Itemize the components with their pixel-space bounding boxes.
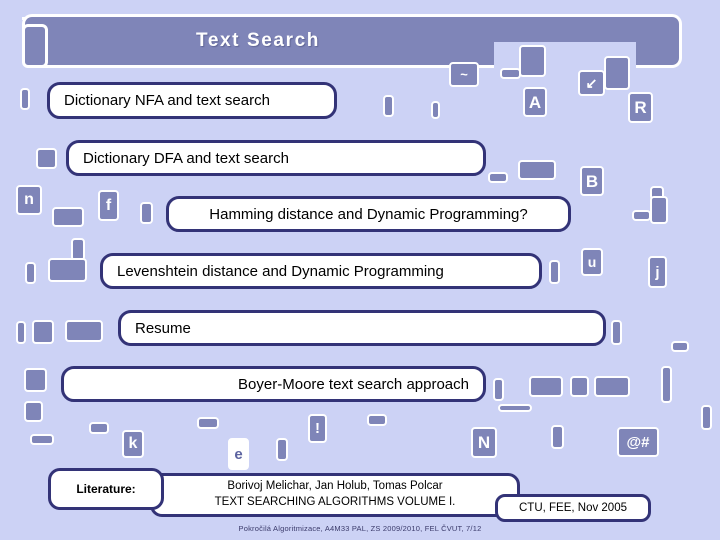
decorative-block-tile xyxy=(701,405,712,430)
bullet-label: Levenshtein distance and Dynamic Program… xyxy=(117,262,444,280)
literature-authors: Borivoj Melichar, Jan Holub, Tomas Polca… xyxy=(227,480,443,493)
decorative-letter-tile: j xyxy=(648,256,667,288)
bullet-box-dictionary-nfa[interactable]: Dictionary NFA and text search xyxy=(47,82,337,119)
decorative-letter-tile: n xyxy=(16,185,42,215)
decorative-block-tile xyxy=(32,320,54,344)
decorative-block-tile xyxy=(20,88,30,110)
literature-label: Literature: xyxy=(48,468,164,510)
decorative-block-tile xyxy=(632,210,651,221)
decorative-block-tile xyxy=(140,202,153,224)
decorative-letter-tile: f xyxy=(98,190,119,221)
bullet-label: Dictionary NFA and text search xyxy=(64,92,270,109)
decorative-block-tile xyxy=(48,258,87,282)
decorative-block-tile xyxy=(367,414,387,426)
decorative-block-tile xyxy=(488,172,508,183)
literature-reference-box: Borivoj Melichar, Jan Holub, Tomas Polca… xyxy=(150,473,520,517)
title-bar-right-segment xyxy=(636,14,682,68)
decorative-letter-tile: A xyxy=(523,87,547,117)
decorative-block-tile xyxy=(529,376,563,397)
decorative-block-tile xyxy=(551,425,564,449)
decorative-block-tile xyxy=(197,417,219,429)
decorative-block-tile xyxy=(500,68,521,79)
decorative-block-tile xyxy=(671,341,689,352)
decorative-letter-tile: u xyxy=(581,248,603,276)
bullet-box-hamming-distance[interactable]: Hamming distance and Dynamic Programming… xyxy=(166,196,571,232)
title-bar-left-tab xyxy=(22,24,48,68)
decorative-letter-tile: @# xyxy=(617,427,659,457)
literature-label-text: Literature: xyxy=(76,482,136,496)
bullet-label: Dictionary DFA and text search xyxy=(83,149,289,167)
decorative-block-tile xyxy=(52,207,84,227)
decorative-block-tile xyxy=(24,401,43,422)
literature-publisher-box: CTU, FEE, Nov 2005 xyxy=(495,494,651,522)
literature-book-title: TEXT SEARCHING ALGORITHMS VOLUME I. xyxy=(214,496,456,508)
bullet-box-boyer-moore[interactable]: Boyer-Moore text search approach xyxy=(61,366,486,402)
decorative-block-tile xyxy=(604,56,630,90)
decorative-block-tile xyxy=(570,376,589,397)
decorative-block-tile xyxy=(594,376,630,397)
page-title: Text Search xyxy=(196,30,320,51)
decorative-block-tile xyxy=(30,434,54,445)
decorative-block-tile xyxy=(493,378,504,401)
decorative-block-tile xyxy=(518,160,556,180)
decorative-letter-tile: N xyxy=(471,427,497,458)
decorative-letter-tile: ↙ xyxy=(578,70,605,96)
decorative-block-tile xyxy=(24,368,47,392)
slide-footer: Pokročilá Algoritmizace, A4M33 PAL, ZS 2… xyxy=(238,524,482,533)
decorative-letter-tile: B xyxy=(580,166,604,196)
decorative-block-tile xyxy=(519,45,546,77)
decorative-block-tile xyxy=(65,320,103,342)
decorative-letter-tile: k xyxy=(122,430,144,458)
bullet-box-levenshtein-distance[interactable]: Levenshtein distance and Dynamic Program… xyxy=(100,253,542,289)
slide-canvas: Text Search Dictionary NFA and text sear… xyxy=(0,0,720,540)
bullet-label: Hamming distance and Dynamic Programming… xyxy=(209,205,528,223)
bullet-box-dictionary-dfa[interactable]: Dictionary DFA and text search xyxy=(66,140,486,176)
decorative-block-tile xyxy=(498,404,532,412)
decorative-block-tile xyxy=(16,321,26,344)
bullet-label: Resume xyxy=(135,319,191,337)
decorative-block-tile xyxy=(431,101,440,119)
decorative-block-tile xyxy=(661,366,672,403)
bullet-label: Boyer-Moore text search approach xyxy=(238,375,469,393)
decorative-block-tile xyxy=(383,95,394,117)
decorative-letter-tile: R xyxy=(628,92,653,123)
slide-title-bar: Text Search xyxy=(22,14,682,68)
decorative-letter-tile: ! xyxy=(308,414,327,443)
decorative-block-tile xyxy=(276,438,288,461)
literature-publisher: CTU, FEE, Nov 2005 xyxy=(518,502,627,514)
decorative-block-tile xyxy=(25,262,36,284)
decorative-letter-tile: e xyxy=(228,438,249,470)
decorative-block-tile xyxy=(549,260,560,284)
decorative-block-tile xyxy=(36,148,57,169)
decorative-block-tile xyxy=(650,196,668,224)
decorative-block-tile xyxy=(611,320,622,345)
decorative-block-tile xyxy=(89,422,109,434)
bullet-box-resume[interactable]: Resume xyxy=(118,310,606,346)
